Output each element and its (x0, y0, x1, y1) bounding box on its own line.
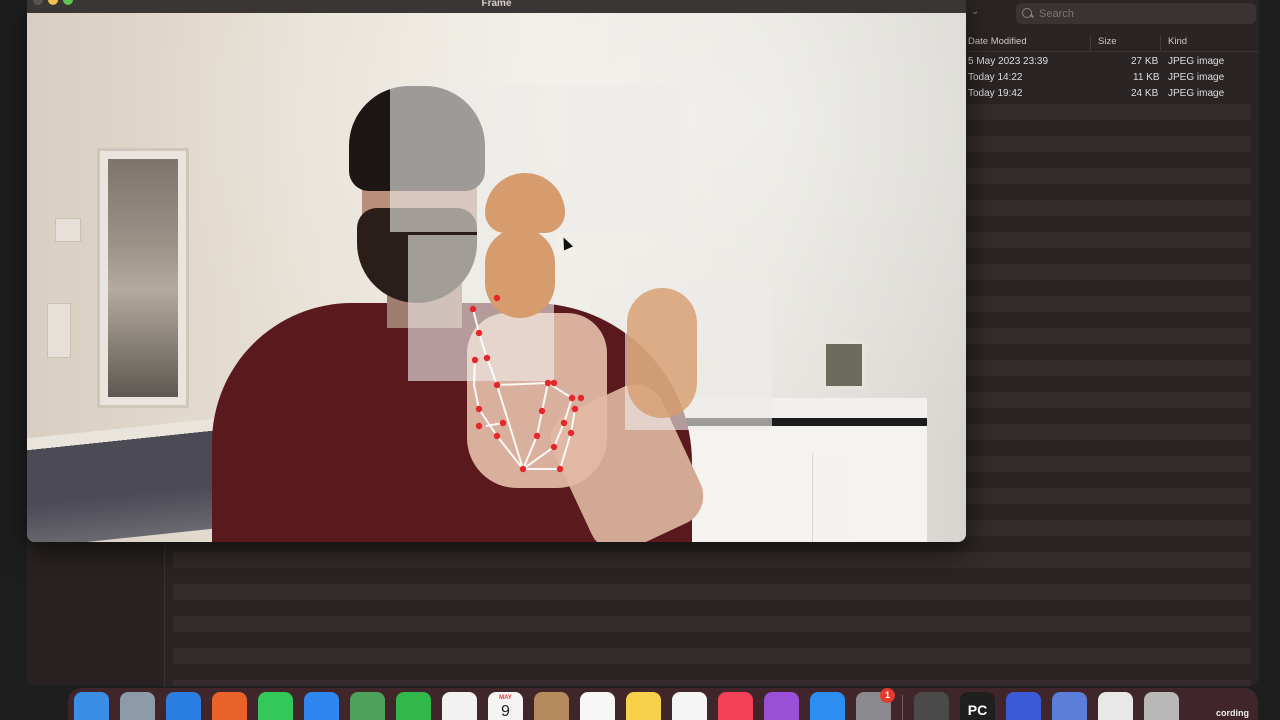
file-kind: JPEG image (1168, 72, 1225, 83)
dock-safari-icon[interactable] (166, 692, 201, 720)
hand-landmarks (469, 294, 585, 473)
frame-titlebar[interactable]: Frame (27, 0, 966, 13)
pycharm-label: PC (967, 701, 988, 718)
dock-separator (902, 695, 903, 720)
dock-facetime-icon[interactable] (396, 692, 431, 720)
dock-pencil-app-icon[interactable] (1052, 692, 1087, 720)
search-field[interactable] (1016, 3, 1256, 24)
dock-notes-icon[interactable] (626, 692, 661, 720)
file-kind: JPEG image (1168, 56, 1225, 67)
frame-window[interactable]: Frame (27, 0, 966, 542)
calendar-day: 9 (501, 703, 510, 720)
recording-label: cording (1216, 708, 1249, 718)
dock-documents-icon[interactable] (1098, 692, 1133, 720)
dock-launchpad-icon[interactable] (120, 692, 155, 720)
dock-maps-icon[interactable] (350, 692, 385, 720)
dock-calendar-icon[interactable]: MAY 9 (488, 692, 523, 720)
calendar-month: MAY (499, 695, 512, 701)
camera-feed (27, 13, 966, 542)
file-kind: JPEG image (1168, 88, 1225, 99)
dock-mail-icon[interactable] (304, 692, 339, 720)
search-input[interactable] (1039, 7, 1239, 20)
dock-photos-icon[interactable] (442, 692, 477, 720)
dock-app-store-icon[interactable] (810, 692, 845, 720)
dock-firefox-icon[interactable] (212, 692, 247, 720)
file-size: 27 KB (1131, 56, 1159, 67)
window-title: Frame (481, 0, 512, 9)
column-header-size[interactable]: Size (1098, 36, 1116, 47)
column-divider[interactable] (1160, 36, 1161, 50)
dock-finder-icon[interactable] (74, 692, 109, 720)
dock-sublime-text-icon[interactable] (914, 692, 949, 720)
dock-reminders-icon[interactable] (580, 692, 615, 720)
dock-music-icon[interactable] (718, 692, 753, 720)
dock-firefox-developer-icon[interactable] (1006, 692, 1041, 720)
column-divider[interactable] (1090, 36, 1091, 50)
file-date: Today 19:42 (968, 88, 1023, 99)
dock-system-settings-icon[interactable]: 1 (856, 688, 895, 720)
file-date: Today 14:22 (968, 72, 1023, 83)
dock-messages-icon[interactable] (258, 692, 293, 720)
column-header-kind[interactable]: Kind (1168, 36, 1187, 47)
file-date: 5 May 2023 23:39 (968, 56, 1049, 67)
file-size: 11 KB (1133, 72, 1160, 83)
dock: MAY 9 1 PC (68, 688, 1258, 720)
dock-contacts-icon[interactable] (534, 692, 569, 720)
dock-pycharm-icon[interactable]: PC (960, 692, 995, 720)
dock-freeform-icon[interactable] (672, 692, 707, 720)
dock-trash-icon[interactable] (1144, 692, 1179, 720)
column-header-date-modified[interactable]: Date Modified (968, 36, 1027, 47)
dock-podcasts-icon[interactable] (764, 692, 799, 720)
file-size: 24 KB (1131, 88, 1159, 99)
search-icon (1022, 7, 1034, 20)
notification-badge: 1 (880, 688, 895, 703)
chevron-down-icon[interactable]: ⌄ (971, 6, 979, 17)
